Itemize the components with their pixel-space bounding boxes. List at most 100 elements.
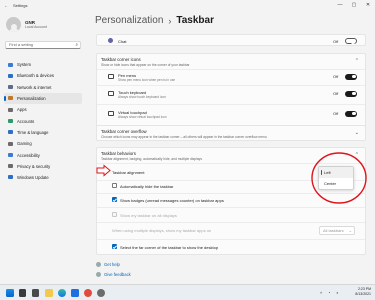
behaviors-card: Taskbar behaviors Taskbar alignment, bad… xyxy=(96,147,366,255)
virtual-touchpad-desc: Always show virtual touchpad icon xyxy=(118,115,167,119)
file-explorer-icon[interactable] xyxy=(45,289,53,297)
taskbar-alignment-label: Taskbar alignment xyxy=(112,170,145,175)
sidebar-item-gaming[interactable]: Gaming xyxy=(4,138,82,149)
all-displays-label: Show my taskbar on all displays xyxy=(120,212,177,218)
show-badges-checkbox[interactable] xyxy=(112,197,117,202)
corner-icons-desc: Show or hide icons that appear on the co… xyxy=(101,62,190,67)
show-badges-label: Show badges (unread messages counter) on… xyxy=(120,197,224,203)
chat-state: Off xyxy=(333,38,339,44)
search-placeholder: Find a setting xyxy=(9,42,34,47)
sidebar: GNR Local Account Find a setting ⌕ Syste… xyxy=(0,11,86,283)
chevron-up-icon[interactable]: ˄ xyxy=(320,290,322,295)
nav-icon xyxy=(8,107,13,112)
keyboard-icon xyxy=(108,91,114,96)
minimize-button[interactable]: — xyxy=(333,0,347,11)
sidebar-item-label: Windows Update xyxy=(17,175,49,181)
sidebar-item-network-internet[interactable]: Network & internet xyxy=(4,82,82,93)
sidebar-item-label: Privacy & security xyxy=(17,163,51,169)
sidebar-item-personalization[interactable]: Personalization xyxy=(4,92,82,105)
sidebar-item-accessibility[interactable]: Accessibility xyxy=(4,149,82,160)
behaviors-title: Taskbar behaviors xyxy=(101,151,136,156)
start-icon[interactable] xyxy=(6,289,14,297)
sidebar-item-label: Bluetooth & devices xyxy=(17,73,55,79)
sidebar-item-windows-update[interactable]: Windows Update xyxy=(4,172,82,183)
title-bar: ← Settings xyxy=(0,0,375,11)
sidebar-item-label: System xyxy=(17,62,31,68)
clock-date: 8/13/2021 xyxy=(355,292,371,296)
breadcrumb: Personalization › Taskbar xyxy=(95,15,214,26)
breadcrumb-parent[interactable]: Personalization xyxy=(95,15,163,26)
window-controls: — ▢ ✕ xyxy=(333,0,375,11)
store-icon[interactable] xyxy=(71,289,79,297)
nav-icon xyxy=(8,164,13,169)
search-icon: ⌕ xyxy=(75,42,78,47)
nav-list: System Bluetooth & devices Network & inter… xyxy=(4,59,82,183)
nav-icon xyxy=(8,141,13,146)
corner-overflow-desc: Choose which icons may appear in the tas… xyxy=(101,134,267,139)
give-feedback-link[interactable]: Give feedback xyxy=(104,272,131,277)
chevron-up-icon[interactable]: ⌃ xyxy=(355,58,359,64)
touch-keyboard-toggle[interactable] xyxy=(345,90,357,97)
nav-icon xyxy=(8,118,13,123)
profile[interactable]: GNR Local Account xyxy=(6,17,47,32)
page-title: Taskbar xyxy=(176,15,214,26)
search-input[interactable]: Find a setting ⌕ xyxy=(5,41,81,49)
far-corner-checkbox[interactable] xyxy=(112,244,117,249)
settings-gear-icon[interactable] xyxy=(97,289,105,297)
corner-overflow-title: Taskbar corner overflow xyxy=(101,129,147,134)
volume-icon[interactable]: ◖ xyxy=(336,290,338,295)
sidebar-item-privacy-security[interactable]: Privacy & security xyxy=(4,161,82,172)
search-icon[interactable] xyxy=(19,289,26,297)
sidebar-item-label: Apps xyxy=(17,107,27,113)
back-arrow-icon[interactable]: ← xyxy=(4,3,10,8)
sidebar-item-bluetooth-devices[interactable]: Bluetooth & devices xyxy=(4,70,82,81)
multi-display-dropdown[interactable]: All taskbars ⌄ xyxy=(319,226,355,235)
pen-menu-desc: Show pen menu icon when pen is in use xyxy=(118,78,176,82)
touch-keyboard-state: Off xyxy=(333,91,339,96)
nav-icon xyxy=(8,85,13,90)
get-help-link[interactable]: Get help xyxy=(104,262,120,267)
sidebar-item-apps[interactable]: Apps xyxy=(4,104,82,115)
corner-icons-card: Taskbar corner icons Show or hide icons … xyxy=(96,53,366,133)
feedback-icon xyxy=(96,272,101,277)
auto-hide-checkbox[interactable] xyxy=(112,183,117,188)
pen-menu-state: Off xyxy=(333,74,339,79)
behaviors-desc: Taskbar alignment, badging, automaticall… xyxy=(101,156,202,161)
nav-icon xyxy=(8,152,13,157)
touchpad-icon xyxy=(108,111,114,116)
pen-icon xyxy=(108,74,114,79)
help-icon xyxy=(96,262,101,267)
chrome-icon[interactable] xyxy=(84,289,92,297)
corner-overflow-card[interactable]: Taskbar corner overflow Choose which ico… xyxy=(96,125,366,141)
alignment-option-left[interactable]: Left xyxy=(319,167,353,178)
network-icon[interactable]: ◔ xyxy=(328,290,330,295)
nav-icon xyxy=(8,130,13,135)
clock[interactable]: 2:23 PM 8/13/2021 xyxy=(355,287,371,297)
task-view-icon[interactable] xyxy=(32,289,39,297)
chat-label: Chat xyxy=(118,38,127,44)
sidebar-item-label: Accessibility xyxy=(17,152,40,158)
maximize-button[interactable]: ▢ xyxy=(347,0,361,11)
window-title: Settings xyxy=(13,3,28,8)
sidebar-item-system[interactable]: System xyxy=(4,59,82,70)
far-corner-label: Select the far corner of the taskbar to … xyxy=(120,244,219,250)
sidebar-item-label: Network & internet xyxy=(17,84,52,90)
pen-menu-toggle[interactable] xyxy=(345,73,357,80)
sidebar-item-accounts[interactable]: Accounts xyxy=(4,115,82,126)
profile-account: Local Account xyxy=(25,25,47,29)
chevron-up-icon[interactable]: ⌃ xyxy=(355,152,359,158)
edge-icon[interactable] xyxy=(58,289,66,297)
alignment-option-center[interactable]: Center xyxy=(319,178,353,189)
virtual-touchpad-toggle[interactable] xyxy=(345,110,357,117)
sidebar-item-label: Gaming xyxy=(17,141,32,147)
chevron-down-icon[interactable]: ⌄ xyxy=(355,130,359,136)
sidebar-item-label: Personalization xyxy=(17,96,46,102)
sidebar-item-time-language[interactable]: Time & language xyxy=(4,127,82,138)
sidebar-item-label: Time & language xyxy=(17,129,49,135)
close-button[interactable]: ✕ xyxy=(361,0,375,11)
chat-toggle[interactable] xyxy=(345,38,357,44)
all-displays-checkbox[interactable] xyxy=(112,212,117,217)
nav-icon xyxy=(8,62,13,67)
corner-icons-title: Taskbar corner icons xyxy=(101,57,141,62)
breadcrumb-separator: › xyxy=(168,15,172,26)
